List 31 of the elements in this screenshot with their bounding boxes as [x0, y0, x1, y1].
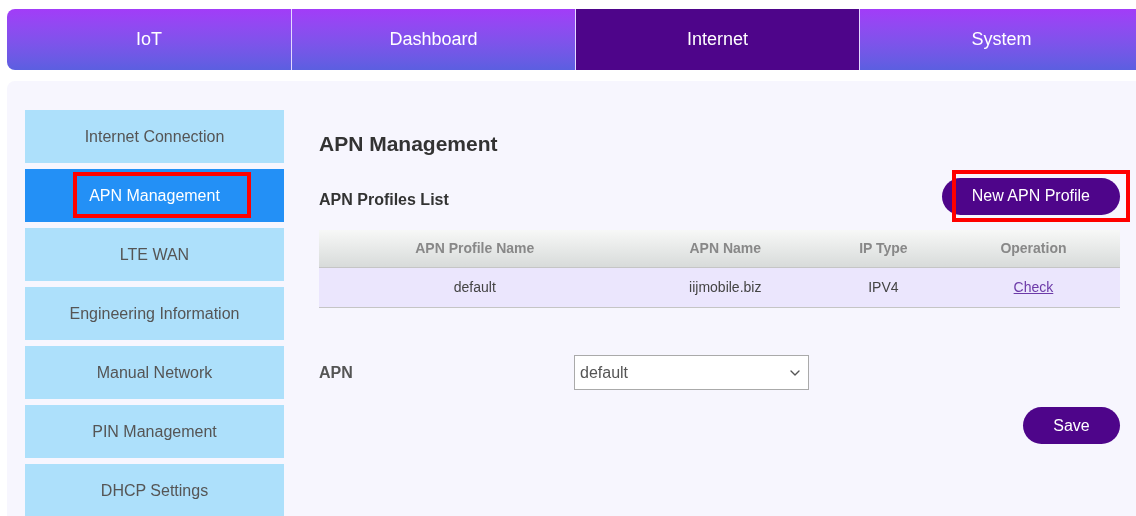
sidebar-item[interactable]: APN Management: [25, 169, 284, 222]
column-header: APN Profile Name: [319, 229, 631, 268]
column-header: IP Type: [819, 229, 947, 268]
apn-select[interactable]: default: [574, 355, 809, 390]
table-cell: IPV4: [819, 267, 947, 308]
sidebar-label: PIN Management: [92, 421, 217, 442]
sidebar-item[interactable]: PIN Management: [25, 405, 284, 458]
sidebar-label: Engineering Information: [69, 303, 240, 324]
sidebar-label: DHCP Settings: [100, 480, 209, 501]
sidebar-label: Manual Network: [96, 362, 213, 383]
sidebar-label: LTE WAN: [119, 244, 190, 265]
sidebar-item[interactable]: LTE WAN: [25, 228, 284, 281]
column-header: APN Name: [630, 229, 820, 268]
check-link[interactable]: Check: [1013, 279, 1054, 295]
sidebar-item[interactable]: Internet Connection: [25, 110, 284, 163]
save-button[interactable]: Save: [1023, 407, 1120, 444]
section-title: APN Profiles List: [319, 190, 449, 210]
sidebar-label: APN Management: [89, 185, 220, 206]
sidebar-label: Internet Connection: [84, 126, 225, 147]
apn-label: APN: [319, 362, 354, 383]
sidebar-item[interactable]: DHCP Settings: [25, 464, 284, 516]
nav-tab[interactable]: IoT: [7, 9, 291, 70]
table-cell: default: [319, 267, 631, 308]
new-apn-profile-button[interactable]: New APN Profile: [941, 177, 1120, 215]
page-title: APN Management: [319, 131, 499, 157]
nav-tab[interactable]: System: [859, 9, 1136, 70]
column-header: Operation: [946, 229, 1120, 268]
nav-tab[interactable]: Internet: [575, 9, 859, 70]
sidebar-item[interactable]: Manual Network: [25, 346, 284, 399]
table-cell: iijmobile.biz: [630, 267, 820, 308]
sidebar-item[interactable]: Engineering Information: [25, 287, 284, 340]
